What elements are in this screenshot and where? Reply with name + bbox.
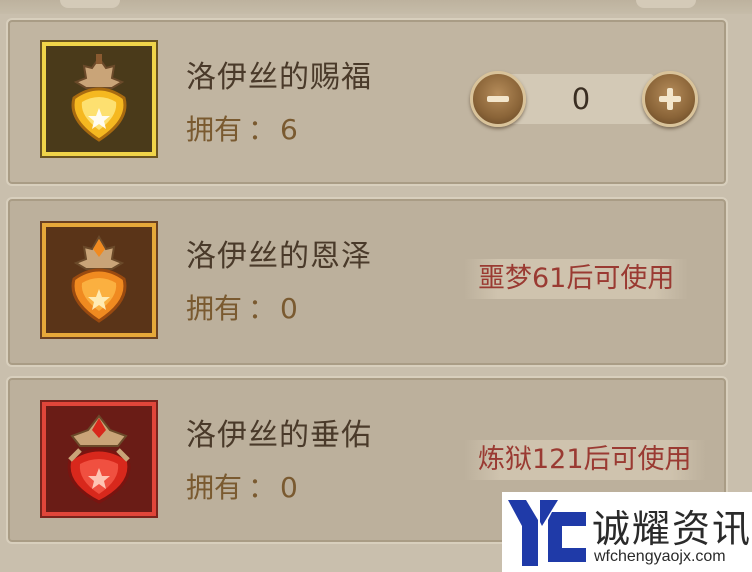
owned-separator: ： (248, 292, 277, 325)
owned-label: 拥有 (186, 292, 243, 325)
owned-count-line: 拥有： 0 (186, 466, 298, 506)
gold-potion-icon (71, 54, 127, 142)
owned-count: 6 (280, 113, 298, 146)
item-icon-frame[interactable] (42, 42, 156, 156)
quantity-value: 0 (571, 82, 591, 116)
orange-potion-icon (71, 235, 127, 323)
item-name: 洛伊丝的恩泽 (186, 239, 372, 274)
owned-label: 拥有 (186, 113, 243, 146)
top-edge-strip (0, 0, 752, 14)
minus-icon (487, 96, 509, 102)
item-icon-frame[interactable] (42, 223, 156, 337)
plus-icon (659, 88, 681, 110)
red-potion-icon (67, 414, 131, 504)
owned-count-line: 拥有： 0 (186, 287, 298, 327)
watermark-title: 诚耀资讯 (592, 507, 752, 551)
item-name: 洛伊丝的赐福 (186, 60, 372, 95)
item-row-blessing[interactable]: 洛伊丝的赐福 拥有： 6 0 (6, 18, 728, 186)
increase-button[interactable] (642, 71, 698, 127)
watermark-url: wfchengyaojx.com (594, 548, 726, 565)
item-row-grace[interactable]: 洛伊丝的恩泽 拥有： 0 噩梦61后可使用 (6, 197, 728, 367)
owned-separator: ： (248, 113, 277, 146)
unlock-requirement: 噩梦61后可使用 (464, 259, 689, 299)
yc-logo-icon (508, 500, 586, 566)
top-edge-nub (60, 0, 120, 8)
owned-count-line: 拥有： 6 (186, 108, 298, 148)
top-edge-nub (636, 0, 696, 8)
watermark: 诚耀资讯 wfchengyaojx.com (502, 492, 752, 572)
unlock-requirement: 炼狱121后可使用 (464, 440, 706, 480)
item-icon-frame[interactable] (42, 402, 156, 516)
quantity-field[interactable]: 0 (508, 74, 654, 124)
owned-count: 0 (280, 471, 298, 504)
item-name: 洛伊丝的垂佑 (186, 418, 372, 453)
owned-label: 拥有 (186, 471, 243, 504)
owned-separator: ： (248, 471, 277, 504)
owned-count: 0 (280, 292, 298, 325)
decrease-button[interactable] (470, 71, 526, 127)
